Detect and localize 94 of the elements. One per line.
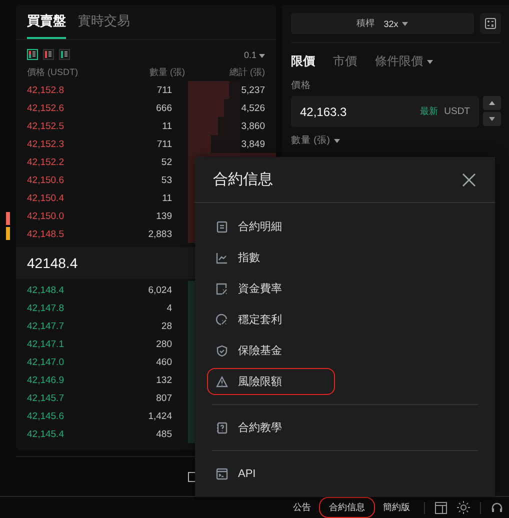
size-cell-text: 139 xyxy=(155,210,173,222)
field-label: 價格 xyxy=(291,79,312,92)
price-cell-text: 42,152.5 xyxy=(27,120,65,132)
terminal-icon xyxy=(216,468,228,480)
calculator-button[interactable] xyxy=(480,13,501,34)
column-header: 數量 (張) xyxy=(148,66,185,79)
size-cell-text: 666 xyxy=(155,102,173,114)
menu-item[interactable]: 指數 xyxy=(207,244,483,271)
shield-icon xyxy=(216,344,228,356)
column-header: 價格 (USDT) xyxy=(27,66,79,79)
total-cell: 3,860 xyxy=(241,120,265,132)
last-price: 42148.4 xyxy=(27,255,78,271)
order-type-tab[interactable]: 限價 xyxy=(291,53,315,70)
size-cell-text: 53 xyxy=(160,174,173,186)
size-cell-text: 280 xyxy=(155,338,173,350)
precision-dropdown[interactable]: 0.1 xyxy=(244,50,265,60)
price-cell-text: 42,148.4 xyxy=(27,284,65,296)
footer-link[interactable]: 公告 xyxy=(283,497,321,518)
close-button[interactable] xyxy=(461,172,477,188)
price-cell-text: 42,152.3 xyxy=(27,138,65,150)
price-cell-text: 42,147.7 xyxy=(27,320,65,332)
price-cell-text: 42,145.6 xyxy=(27,410,65,422)
sun-icon[interactable] xyxy=(457,501,470,514)
total-cell: 5,237 xyxy=(241,84,265,96)
price-cell-text: 42,152.8 xyxy=(27,84,65,96)
total-cell: 4,526 xyxy=(241,102,265,114)
price-cell-text: 42,150.6 xyxy=(27,174,65,186)
menu-item[interactable]: 合約明細 xyxy=(207,213,483,240)
price-cell-text: 42,147.1 xyxy=(27,338,65,350)
menu-item[interactable]: 保險基金 xyxy=(207,337,483,364)
menu-item[interactable]: 穩定套利 xyxy=(207,306,483,333)
price-cell-text: 42,152.6 xyxy=(27,102,65,114)
layout-icon[interactable] xyxy=(435,502,447,514)
price-cell-text: 42,145.7 xyxy=(27,392,65,404)
total-cell: 3,849 xyxy=(241,138,265,150)
footer-link[interactable]: 簡約版 xyxy=(373,497,420,518)
headset-icon[interactable] xyxy=(491,502,503,514)
decrement-button[interactable] xyxy=(483,112,501,126)
size-cell-text: 711 xyxy=(156,84,173,96)
dialog-title: 合約信息 xyxy=(213,170,273,189)
menu-item[interactable]: API xyxy=(207,460,483,487)
size-cell-text: 132 xyxy=(155,374,173,386)
menu-item[interactable]: 合約教學 xyxy=(207,414,483,441)
latest-price-link[interactable]: 最新 xyxy=(420,105,438,118)
size-cell-text: 807 xyxy=(155,392,173,404)
caret-icon xyxy=(259,54,265,58)
order-book-view-icon[interactable] xyxy=(43,49,54,60)
document-icon xyxy=(216,220,228,232)
price-cell-text: 42,148.5 xyxy=(27,228,65,240)
size-cell-text: 28 xyxy=(160,320,173,332)
order-book-tab[interactable]: 實時交易 xyxy=(78,5,130,39)
price-cell-text: 42,150.4 xyxy=(27,192,65,204)
leverage-button[interactable]: 積桿 32x xyxy=(291,13,474,34)
menu-item[interactable]: 風險限額 xyxy=(207,368,335,395)
column-header: 總計 (張) xyxy=(228,66,265,79)
up-icon xyxy=(489,101,495,105)
size-cell-text: 2,883 xyxy=(147,228,173,240)
size-cell-text: 11 xyxy=(161,120,173,132)
help-book-icon xyxy=(216,422,228,434)
unit-label: USDT xyxy=(444,106,470,117)
caret-icon xyxy=(402,22,408,26)
size-cell-text: 1,424 xyxy=(147,410,173,422)
size-cell-text: 4 xyxy=(166,302,173,314)
warning-icon xyxy=(216,376,228,388)
line-chart-icon xyxy=(216,252,228,264)
order-type-tab[interactable]: 市價 xyxy=(333,53,357,70)
price-cell-text: 42,146.9 xyxy=(27,374,65,386)
size-cell-text: 460 xyxy=(155,356,173,368)
price-cell-text: 42,145.4 xyxy=(27,428,65,440)
size-cell-text: 11 xyxy=(161,192,173,204)
price-field[interactable]: 42,163.3 最新 USDT xyxy=(291,96,479,127)
price-cell-text: 42,150.0 xyxy=(27,210,65,222)
calculator-icon xyxy=(485,18,496,29)
order-book-view-icon[interactable] xyxy=(59,49,70,60)
caret-icon xyxy=(334,138,340,142)
down-icon xyxy=(489,117,495,121)
price-cell-text: 42,152.2 xyxy=(27,156,65,168)
percent-icon xyxy=(216,282,228,294)
order-book-tab[interactable]: 買賣盤 xyxy=(27,5,66,39)
close-icon xyxy=(461,172,477,188)
size-cell-text: 52 xyxy=(160,156,173,168)
increment-button[interactable] xyxy=(483,96,501,110)
price-cell-text: 42,147.8 xyxy=(27,302,65,314)
menu-item[interactable]: 資金費率 xyxy=(207,275,483,302)
side-marker xyxy=(6,227,10,240)
size-cell-text: 6,024 xyxy=(147,284,173,296)
size-cell-text: 485 xyxy=(155,428,173,440)
percent-circle-icon xyxy=(216,314,228,326)
order-type-tab[interactable]: 條件限價 xyxy=(375,53,433,70)
order-book-view-icon[interactable] xyxy=(27,49,38,60)
size-cell-text: 711 xyxy=(156,138,173,150)
price-cell-text: 42,147.0 xyxy=(27,356,65,368)
side-marker xyxy=(6,212,10,225)
quantity-dropdown[interactable]: 數量 (張) xyxy=(291,134,501,147)
